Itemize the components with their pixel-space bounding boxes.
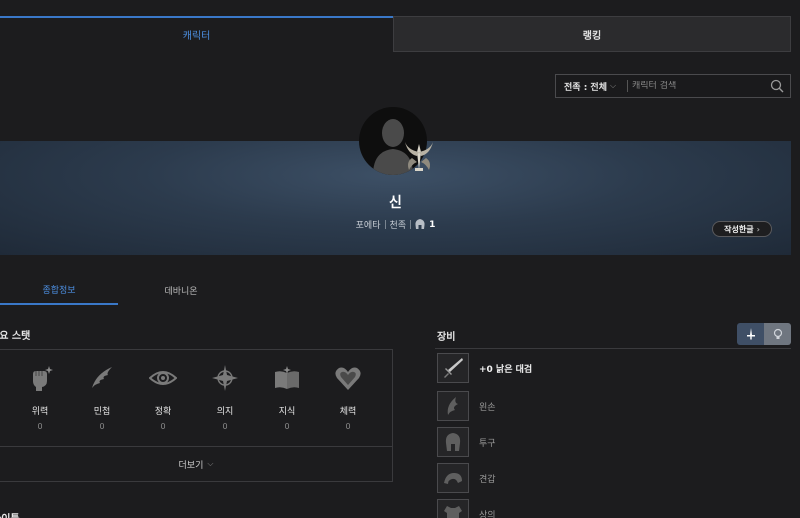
stat-knowledge: 지식 0: [267, 364, 307, 431]
equipment-divider: [435, 348, 791, 349]
equipment-name: 견갑: [479, 474, 496, 485]
stat-name: 의지: [216, 407, 234, 417]
helmet-level-icon: [415, 219, 425, 229]
stat-name: 체력: [339, 407, 357, 417]
lightbulb-icon: [773, 328, 782, 339]
stat-name: 정확: [154, 407, 172, 417]
meta-divider: [384, 220, 386, 229]
equipment-slot-chest[interactable]: 상의: [437, 498, 791, 518]
chest-icon: [444, 506, 462, 518]
stat-will: 의지 0: [205, 364, 245, 431]
stat-name: 지식: [278, 407, 296, 417]
tab-character[interactable]: 캐릭터: [0, 16, 393, 52]
race-emblem-icon: [405, 142, 433, 171]
character-race: 천족: [389, 221, 407, 231]
main-tabs: 캐릭터 랭킹: [0, 16, 791, 52]
equipment-slot-frame: [437, 427, 469, 457]
equipment-slot-shoulder[interactable]: 견갑: [437, 462, 791, 494]
stat-value: 0: [345, 422, 351, 431]
stat-vitality: 체력 0: [328, 364, 368, 431]
meta-divider: [410, 220, 412, 229]
character-name: 신: [389, 195, 402, 211]
equipment-slot-weapon[interactable]: +0 낡은 대검: [437, 352, 791, 384]
eye-icon: [149, 371, 177, 385]
stat-value: 0: [160, 422, 166, 431]
fist-icon: [33, 366, 53, 391]
burst-icon: [212, 365, 238, 391]
search-icon[interactable]: [770, 79, 784, 93]
stat-name: 민첩: [93, 407, 111, 417]
heart-icon: [335, 367, 361, 390]
stat-name: 위력: [31, 407, 49, 417]
chevron-down-icon[interactable]: ⌵: [610, 81, 620, 91]
stat-accuracy: 정확 0: [143, 364, 183, 431]
chevron-right-icon: ›: [756, 224, 760, 234]
written-posts-label: 작성한글: [724, 224, 754, 234]
equipment-slot-frame: [437, 499, 469, 518]
title-section-heading: 타이틀: [0, 510, 20, 518]
stat-power: 위력 0: [20, 364, 60, 431]
shoulder-icon: [444, 473, 462, 484]
helmet-icon: [445, 433, 461, 451]
more-label: 더보기: [178, 460, 204, 471]
search-input[interactable]: [632, 81, 772, 91]
character-class: 포에타: [355, 221, 381, 231]
more-button[interactable]: 더보기 ⌵: [0, 446, 392, 482]
stat-agility: 민첩 0: [82, 364, 122, 431]
equipment-slot-frame: [437, 391, 469, 421]
written-posts-button[interactable]: 작성한글 ›: [712, 221, 772, 237]
equipment-title: 장비: [437, 332, 456, 343]
tab-overview[interactable]: 종합정보: [0, 276, 118, 305]
stat-value: 0: [222, 422, 228, 431]
equipment-name: 왼손: [479, 402, 496, 413]
equipment-slot-offhand[interactable]: 왼손: [437, 390, 791, 422]
equipment-view-toggle: [737, 323, 791, 345]
character-level: 1: [429, 219, 436, 230]
equipment-slot-frame: [437, 353, 469, 383]
appearance-view-button[interactable]: [764, 323, 791, 345]
equipment-slot-helmet[interactable]: 투구: [437, 426, 791, 458]
wing-icon: [92, 367, 112, 388]
equipment-name: 상의: [479, 510, 496, 518]
equipment-name: +0 낡은 대검: [479, 364, 533, 375]
tab-ranking[interactable]: 랭킹: [393, 16, 791, 52]
stats-panel: 위력 0 민첩 0 정확 0 의지 0 지식 0 체력 0 더보기 ⌵: [0, 349, 393, 482]
character-search-bar: 전족 : 전체 ⌵: [555, 74, 791, 98]
greatsword-icon: [444, 358, 463, 378]
stat-value: 0: [284, 422, 290, 431]
equipment-slot-frame: [437, 463, 469, 493]
book-icon: [275, 366, 299, 389]
sword-icon: [746, 328, 755, 340]
tab-daevanion[interactable]: 데바니온: [122, 276, 240, 305]
race-filter-select[interactable]: 전족 : 전체: [556, 80, 607, 93]
equipment-view-button[interactable]: [737, 323, 764, 345]
search-divider: [627, 80, 628, 92]
equipment-name: 투구: [479, 438, 496, 449]
stats-title: 주요 스탯: [0, 331, 31, 342]
stat-value: 0: [99, 422, 105, 431]
offhand-icon: [447, 397, 458, 415]
character-meta: 포에타 천족 1: [0, 218, 791, 231]
chevron-down-icon: ⌵: [207, 459, 214, 468]
profile-tabs: 종합정보 데바니온: [0, 276, 240, 306]
stat-value: 0: [37, 422, 43, 431]
